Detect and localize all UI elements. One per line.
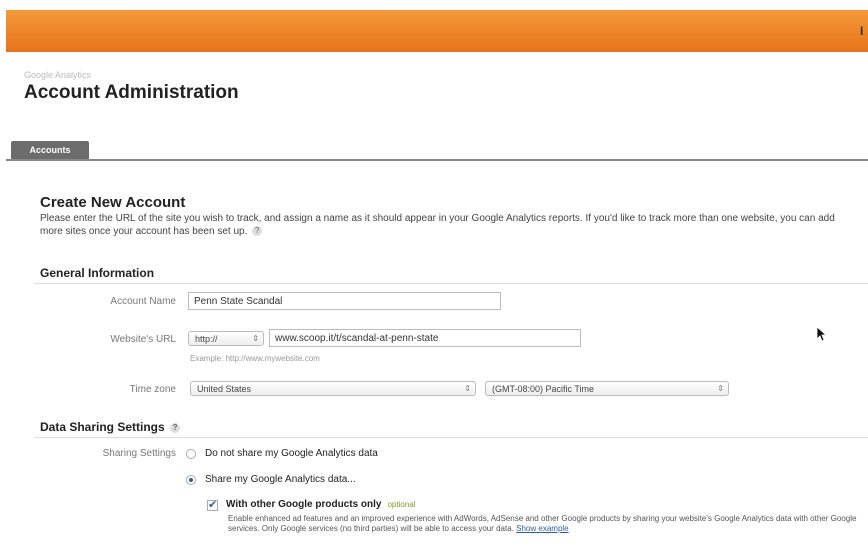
mouse-pointer-icon bbox=[816, 326, 826, 342]
data-sharing-heading: Data Sharing Settings ? bbox=[40, 420, 181, 434]
divider bbox=[34, 283, 868, 284]
general-info-heading: General Information bbox=[40, 266, 155, 280]
description-text: Please enter the URL of the site you wis… bbox=[40, 213, 835, 237]
top-banner: I bbox=[6, 10, 868, 52]
up-down-arrows-icon: ⇕ bbox=[717, 384, 724, 393]
option-share-data-label[interactable]: Share my Google Analytics data... bbox=[205, 474, 356, 485]
timezone-select[interactable]: (GMT-08:00) Pacific Time ⇕ bbox=[485, 381, 729, 396]
option-do-not-share-label[interactable]: Do not share my Google Analytics data bbox=[205, 448, 378, 459]
website-url-label: Website's URL bbox=[110, 334, 176, 345]
data-sharing-heading-text: Data Sharing Settings bbox=[40, 420, 165, 434]
create-account-title: Create New Account bbox=[40, 194, 186, 211]
banner-corner-text: I bbox=[860, 24, 864, 38]
up-down-arrows-icon: ⇕ bbox=[252, 334, 259, 343]
website-url-input[interactable]: www.scoop.it/t/scandal-at-penn-state bbox=[269, 329, 581, 347]
country-select[interactable]: United States ⇕ bbox=[190, 381, 476, 396]
country-value: United States bbox=[197, 384, 252, 394]
breadcrumb[interactable]: Google Analytics bbox=[24, 70, 91, 80]
optional-tag: optional bbox=[387, 500, 416, 509]
help-icon[interactable]: ? bbox=[170, 422, 181, 433]
tab-divider bbox=[6, 159, 868, 161]
radio-do-not-share[interactable] bbox=[186, 449, 196, 459]
google-products-label: With other Google products only bbox=[226, 499, 382, 510]
tab-accounts[interactable]: Accounts bbox=[11, 141, 89, 159]
google-products-option[interactable]: With other Google products only optional bbox=[226, 499, 416, 510]
divider bbox=[34, 437, 868, 438]
url-example-hint: Example: http://www.mywebsite.com bbox=[190, 354, 320, 363]
checkbox-google-products[interactable]: ✔ bbox=[207, 500, 218, 511]
account-name-label: Account Name bbox=[110, 296, 176, 307]
protocol-value: http:// bbox=[195, 334, 218, 344]
help-icon[interactable]: ? bbox=[252, 226, 263, 237]
up-down-arrows-icon: ⇕ bbox=[464, 384, 471, 393]
timezone-value: (GMT-08:00) Pacific Time bbox=[492, 384, 595, 394]
show-example-link[interactable]: Show example bbox=[516, 524, 568, 533]
google-products-description: Enable enhanced ad features and an impro… bbox=[228, 514, 858, 534]
protocol-select[interactable]: http:// ⇕ bbox=[188, 331, 264, 346]
time-zone-label: Time zone bbox=[129, 384, 176, 395]
page-title: Account Administration bbox=[24, 82, 239, 103]
account-name-input[interactable]: Penn State Scandal bbox=[188, 292, 501, 310]
radio-share-data[interactable] bbox=[186, 475, 196, 485]
sharing-settings-label: Sharing Settings bbox=[102, 448, 176, 459]
create-account-description: Please enter the URL of the site you wis… bbox=[40, 212, 860, 238]
